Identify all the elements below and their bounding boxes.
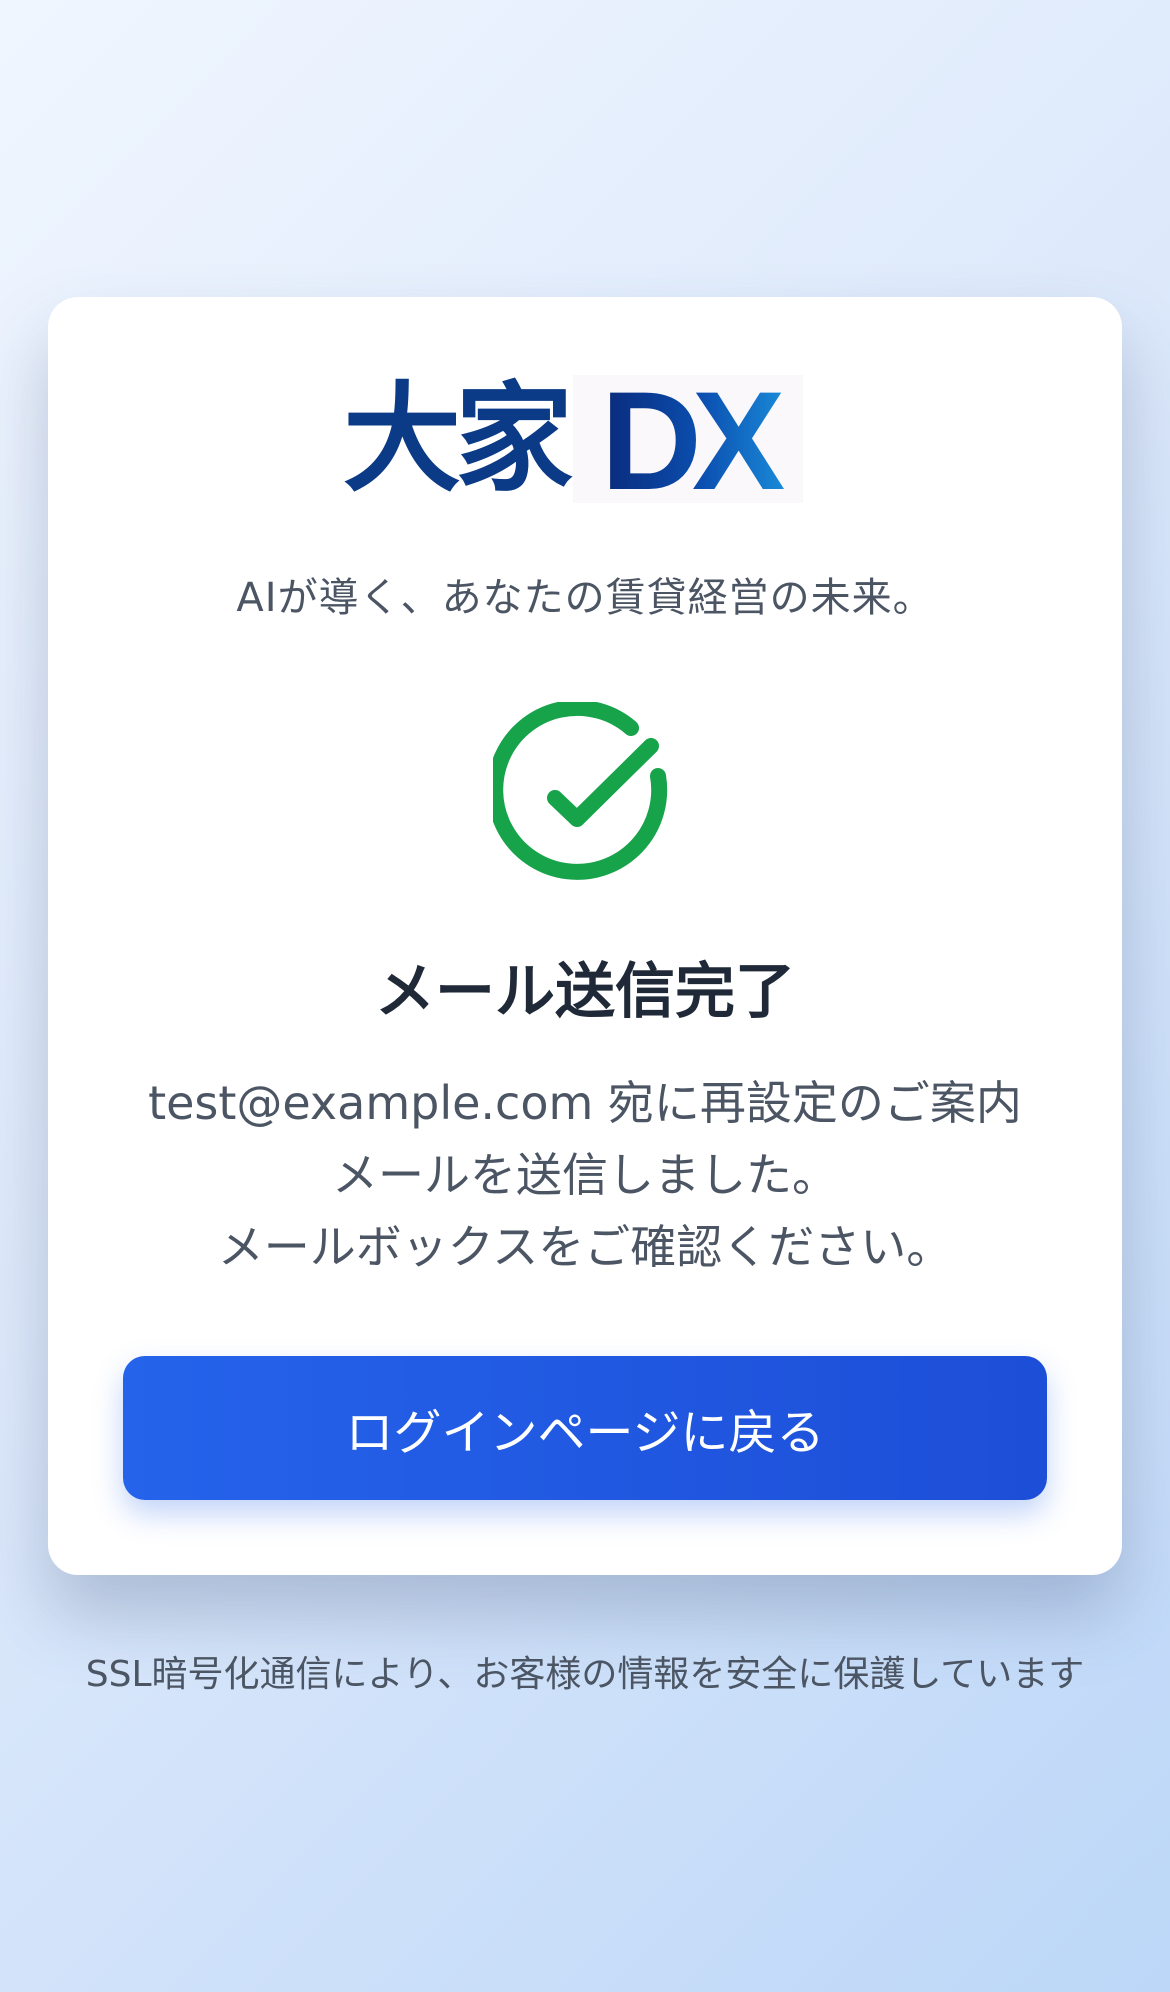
brand-logo: 大家 DX xyxy=(343,375,833,503)
logo-dx-mark: DX xyxy=(573,375,804,503)
confirmation-message: test@example.com 宛に再設定のご案内 メールを送信しました。 メ… xyxy=(108,1067,1062,1283)
message-line: test@example.com 宛に再設定のご案内 xyxy=(148,1076,1022,1130)
back-to-login-button[interactable]: ログインページに戻る xyxy=(123,1356,1047,1500)
message-line: メールボックスをご確認ください。 xyxy=(217,1220,953,1274)
svg-text:DX: DX xyxy=(601,375,785,503)
tagline: AIが導く、あなたの賃貸経営の未来。 xyxy=(236,575,934,621)
logo-kanji: 大家 xyxy=(343,370,573,508)
page-title: メール送信完了 xyxy=(375,957,795,1027)
message-line: メールを送信しました。 xyxy=(332,1148,838,1202)
security-note: SSL暗号化通信により、お客様の情報を安全に保護しています xyxy=(85,1654,1085,1695)
check-circle-icon xyxy=(487,699,678,887)
confirmation-card: 大家 DX AIが導く、あなたの賃貸経営の未来。 メール送信完了 test@ex… xyxy=(48,297,1122,1575)
